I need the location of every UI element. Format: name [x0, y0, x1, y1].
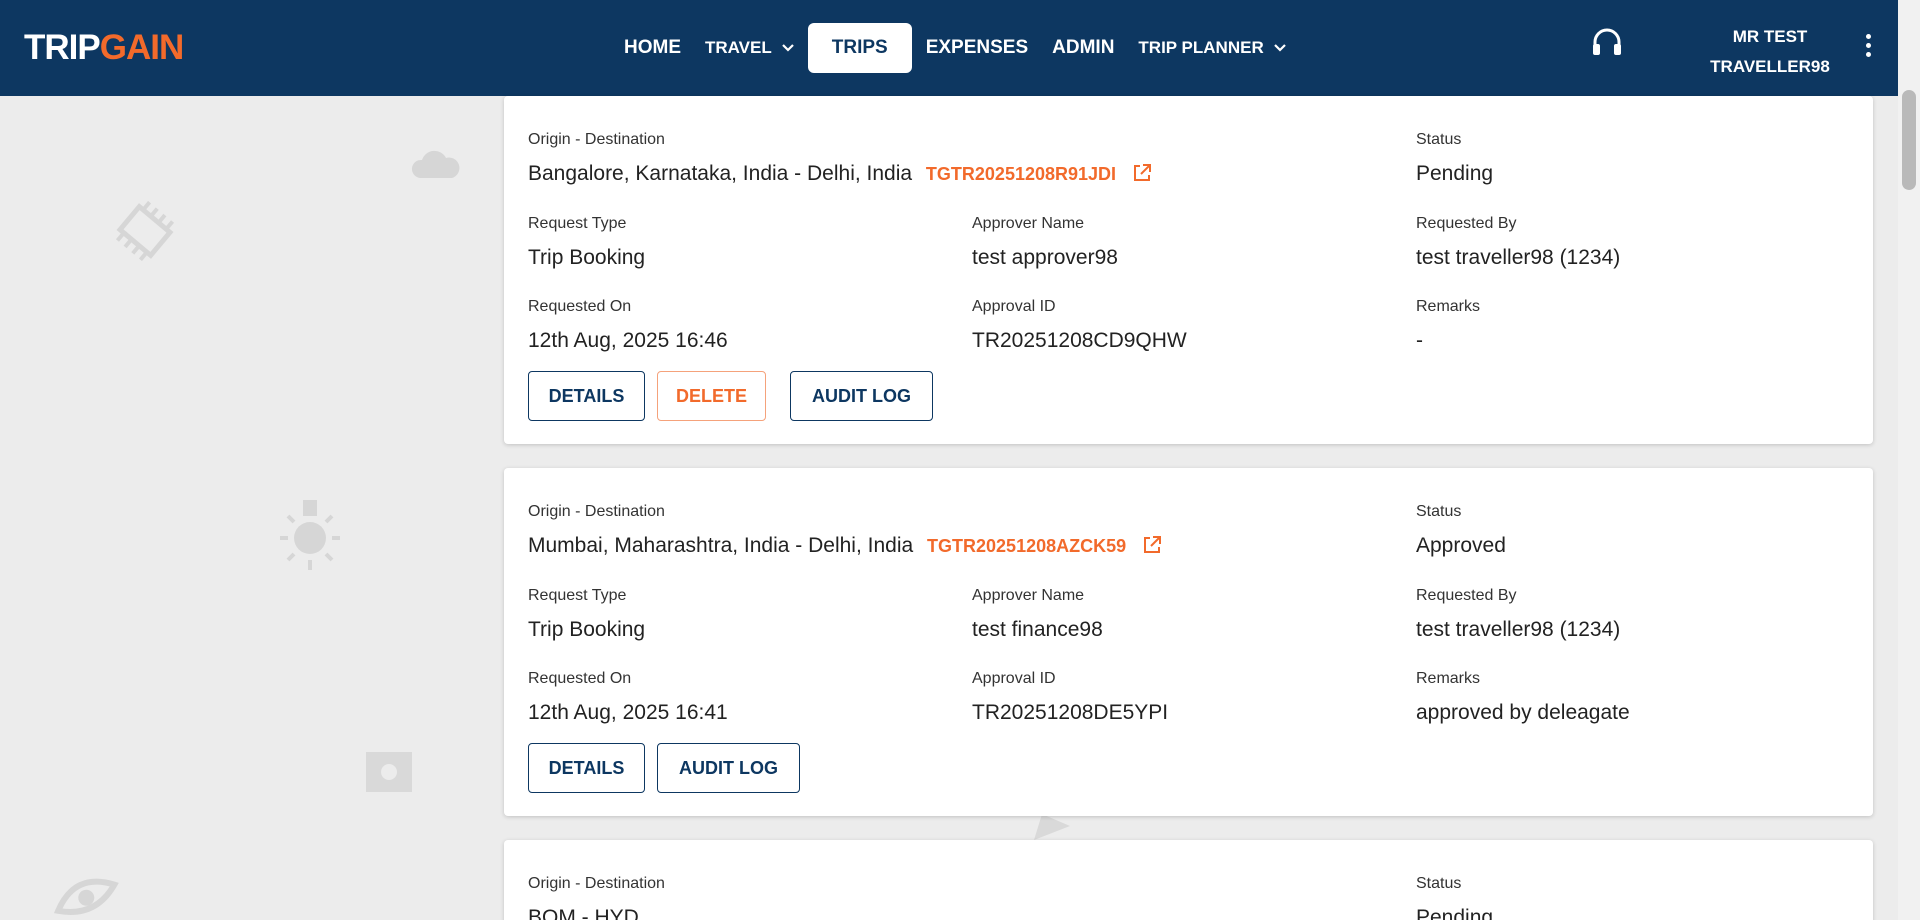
audit-log-button[interactable]: AUDIT LOG: [790, 371, 933, 421]
nav-trips[interactable]: TRIPS: [807, 23, 912, 73]
status-label: Status: [1416, 131, 1462, 148]
chevron-down-icon: [1273, 44, 1286, 52]
eye-icon: [53, 878, 119, 915]
headset-support-icon[interactable]: [1590, 26, 1624, 60]
origin-destination-label: Origin - Destination: [528, 503, 665, 520]
external-link-icon[interactable]: [1132, 163, 1152, 183]
request-type-label: Request Type: [528, 215, 627, 232]
user-menu[interactable]: MR TEST TRAVELLER98: [1700, 22, 1840, 82]
delete-button[interactable]: DELETE: [657, 371, 766, 421]
details-button[interactable]: DETAILS: [528, 371, 645, 421]
trip-card: Origin - Destination Mumbai, Maharashtra…: [504, 468, 1873, 816]
requested-on-value: 12th Aug, 2025 16:41: [528, 701, 728, 724]
approval-id-label: Approval ID: [972, 670, 1056, 687]
trip-id-link[interactable]: TGTR20251208AZCK59: [927, 536, 1126, 556]
requested-by-label: Requested By: [1416, 587, 1517, 604]
trip-id-link[interactable]: TGTR20251208R91JDI: [926, 164, 1116, 184]
request-type-value: Trip Booking: [528, 246, 646, 269]
nav-home[interactable]: HOME: [612, 23, 693, 73]
image-frame-icon: [366, 752, 412, 792]
approval-id-value: TR20251208DE5YPI: [972, 701, 1169, 724]
origin-destination-label: Origin - Destination: [528, 875, 665, 892]
trip-card: Origin - Destination Bangalore, Karnatak…: [504, 96, 1873, 444]
approver-name-label: Approver Name: [972, 215, 1085, 232]
approver-name-value: test approver98: [972, 246, 1118, 269]
nav-trip-planner[interactable]: TRIP PLANNER: [1126, 23, 1297, 73]
approver-name-value: test finance98: [972, 618, 1103, 641]
requested-by-value: test traveller98 (1234): [1416, 618, 1621, 641]
requested-on-label: Requested On: [528, 670, 632, 687]
remarks-value: approved by deleagate: [1416, 701, 1630, 724]
nav-travel[interactable]: TRAVEL: [693, 23, 806, 73]
scrollbar-thumb[interactable]: [1902, 90, 1916, 190]
nav-expenses[interactable]: EXPENSES: [914, 23, 1040, 73]
status-label: Status: [1416, 503, 1462, 520]
chevron-down-icon: [781, 44, 794, 52]
request-type-value: Trip Booking: [528, 618, 646, 641]
tripgain-logo[interactable]: TRIP GAIN: [24, 26, 184, 70]
trip-card: Origin - Destination BOM - HYD Status Pe…: [504, 840, 1873, 920]
requested-on-label: Requested On: [528, 298, 632, 315]
route-text: Mumbai, Maharashtra, India - Delhi, Indi…: [528, 534, 1162, 558]
approval-id-value: TR20251208CD9QHW: [972, 329, 1187, 352]
requested-by-label: Requested By: [1416, 215, 1517, 232]
chip-icon: [115, 200, 175, 262]
status-value: Pending: [1416, 906, 1494, 920]
status-label: Status: [1416, 875, 1462, 892]
lightbulb-icon: [280, 500, 340, 570]
approval-id-label: Approval ID: [972, 298, 1056, 315]
remarks-label: Remarks: [1416, 670, 1481, 687]
nav-admin[interactable]: ADMIN: [1040, 23, 1126, 73]
request-type-label: Request Type: [528, 587, 627, 604]
route-text: BOM - HYD: [528, 906, 639, 920]
approver-name-label: Approver Name: [972, 587, 1085, 604]
cloud-icon: [411, 150, 460, 178]
status-value: Approved: [1416, 534, 1506, 557]
audit-log-button[interactable]: AUDIT LOG: [657, 743, 800, 793]
status-value: Pending: [1416, 162, 1494, 185]
more-options-icon[interactable]: [1862, 34, 1874, 60]
main-nav: HOME TRAVEL TRIPS EXPENSES ADMIN TRIP PL…: [612, 22, 1298, 74]
origin-destination-label: Origin - Destination: [528, 131, 665, 148]
requested-on-value: 12th Aug, 2025 16:46: [528, 329, 728, 352]
external-link-icon[interactable]: [1142, 535, 1162, 555]
requested-by-value: test traveller98 (1234): [1416, 246, 1621, 269]
page-scrollbar[interactable]: [1898, 0, 1920, 920]
details-button[interactable]: DETAILS: [528, 743, 645, 793]
top-navigation-bar: TRIP GAIN HOME TRAVEL TRIPS EXPENSES ADM…: [0, 0, 1898, 96]
remarks-label: Remarks: [1416, 298, 1481, 315]
remarks-value: -: [1416, 329, 1423, 352]
arrow-icon: [1034, 814, 1070, 840]
route-text: Bangalore, Karnataka, India - Delhi, Ind…: [528, 162, 1152, 186]
